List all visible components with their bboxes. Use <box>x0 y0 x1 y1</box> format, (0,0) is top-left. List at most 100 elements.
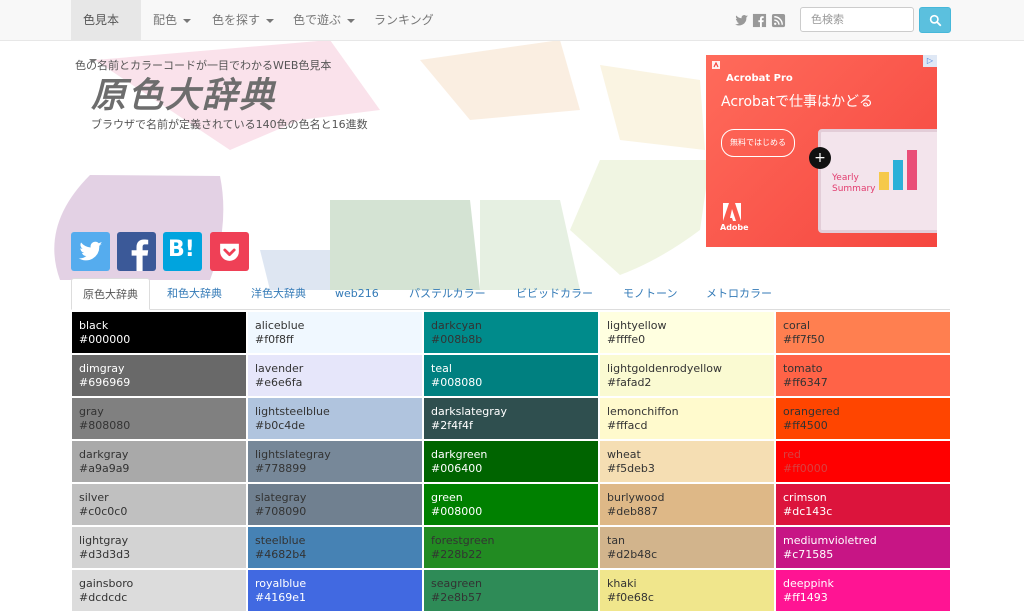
search-input[interactable] <box>800 7 914 32</box>
site-logo[interactable]: 原色大辞典 <box>91 67 276 118</box>
color-code: #ff0000 <box>783 462 828 475</box>
color-swatch-silver[interactable]: silver #c0c0c0 <box>72 484 246 525</box>
rss-icon[interactable] <box>771 13 786 28</box>
color-swatch-crimson[interactable]: crimson #dc143c <box>776 484 950 525</box>
advertisement-banner[interactable]: ▷ Acrobat Pro Acrobatで仕事はかどる 無料ではじめる Yea… <box>706 55 937 247</box>
color-swatch-black[interactable]: black #000000 <box>72 312 246 353</box>
color-code: #008080 <box>431 376 483 389</box>
color-swatch-lightgray[interactable]: lightgray #d3d3d3 <box>72 527 246 568</box>
share-pocket-button[interactable] <box>210 232 249 271</box>
color-swatch-forestgreen[interactable]: forestgreen #228b22 <box>424 527 598 568</box>
color-swatch-seagreen[interactable]: seagreen #2e8b57 <box>424 570 598 611</box>
color-swatch-gainsboro[interactable]: gainsboro #dcdcdc <box>72 570 246 611</box>
color-swatch-red[interactable]: red #ff0000 <box>776 441 950 482</box>
color-swatch-burlywood[interactable]: burlywood #deb887 <box>600 484 774 525</box>
color-swatch-lemonchiffon[interactable]: lemonchiffon #fffacd <box>600 398 774 439</box>
color-swatch-tomato[interactable]: tomato #ff6347 <box>776 355 950 396</box>
color-swatch-slategray[interactable]: slategray #708090 <box>248 484 422 525</box>
color-swatch-lightsteelblue[interactable]: lightsteelblue #b0c4de <box>248 398 422 439</box>
ad-product-name: Acrobat Pro <box>726 73 793 84</box>
color-swatch-lightslategray[interactable]: lightslategray #778899 <box>248 441 422 482</box>
hatena-icon: B! <box>168 237 195 262</box>
color-swatch-deeppink[interactable]: deeppink #ff1493 <box>776 570 950 611</box>
color-name: mediumvioletred <box>783 534 877 547</box>
color-name: lightslategray <box>255 448 331 461</box>
color-swatch-lavender[interactable]: lavender #e6e6fa <box>248 355 422 396</box>
color-swatch-dimgray[interactable]: dimgray #696969 <box>72 355 246 396</box>
tab-metro-colors[interactable]: メトロカラー <box>706 278 772 309</box>
color-name: lemonchiffon <box>607 405 679 418</box>
acrobat-icon <box>712 61 720 69</box>
facebook-icon <box>131 239 149 271</box>
color-name: lightsteelblue <box>255 405 330 418</box>
color-name: wheat <box>607 448 641 461</box>
color-swatch-teal[interactable]: teal #008080 <box>424 355 598 396</box>
share-facebook-button[interactable] <box>117 232 156 271</box>
color-code: #e6e6fa <box>255 376 303 389</box>
color-code: #dcdcdc <box>79 591 128 604</box>
color-code: #ff7f50 <box>783 333 825 346</box>
color-swatch-darkgray[interactable]: darkgray #a9a9a9 <box>72 441 246 482</box>
tab-japanese-colors[interactable]: 和色大辞典 <box>167 278 222 309</box>
tab-vivid-colors[interactable]: ビビッドカラー <box>516 278 593 309</box>
color-name: lightgray <box>79 534 129 547</box>
color-name: tan <box>607 534 626 547</box>
color-code: #008000 <box>431 505 483 518</box>
color-swatch-mediumvioletred[interactable]: mediumvioletred #c71585 <box>776 527 950 568</box>
color-swatch-darkcyan[interactable]: darkcyan #008b8b <box>424 312 598 353</box>
color-swatch-aliceblue[interactable]: aliceblue #f0f8ff <box>248 312 422 353</box>
color-swatch-tan[interactable]: tan #d2b48c <box>600 527 774 568</box>
color-swatch-lightyellow[interactable]: lightyellow #ffffe0 <box>600 312 774 353</box>
nav-item-color-scheme[interactable]: 配色 <box>141 0 203 40</box>
color-name: tomato <box>783 362 823 375</box>
color-code: #778899 <box>255 462 307 475</box>
tab-monotone[interactable]: モノトーン <box>623 278 677 309</box>
color-name: darkgray <box>79 448 129 461</box>
nav-item-find-color[interactable]: 色を探す <box>200 0 286 40</box>
color-swatch-khaki[interactable]: khaki #f0e68c <box>600 570 774 611</box>
nav-item-label: 配色 <box>153 13 178 27</box>
color-swatch-wheat[interactable]: wheat #f5deb3 <box>600 441 774 482</box>
share-twitter-button[interactable] <box>71 232 110 271</box>
nav-item-play-color[interactable]: 色で遊ぶ <box>281 0 367 40</box>
color-swatch-green[interactable]: green #008000 <box>424 484 598 525</box>
color-swatch-royalblue[interactable]: royalblue #4169e1 <box>248 570 422 611</box>
color-swatch-darkgreen[interactable]: darkgreen #006400 <box>424 441 598 482</box>
nav-item-label: 色を探す <box>212 13 261 27</box>
tab-bar-border <box>71 309 950 310</box>
color-name: gray <box>79 405 104 418</box>
facebook-icon[interactable] <box>752 13 767 28</box>
tab-pastel-colors[interactable]: パステルカラー <box>409 278 486 309</box>
color-code: #2f4f4f <box>431 419 473 432</box>
color-swatch-darkslategray[interactable]: darkslategray #2f4f4f <box>424 398 598 439</box>
color-name: darkcyan <box>431 319 482 332</box>
color-code: #c71585 <box>783 548 834 561</box>
color-code: #000000 <box>79 333 131 346</box>
color-code: #fffacd <box>607 419 648 432</box>
search-button[interactable] <box>919 7 951 33</box>
tab-web216[interactable]: web216 <box>335 278 379 309</box>
plus-icon: + <box>809 147 831 169</box>
nav-item-color-sample[interactable]: 色見本 <box>71 0 141 63</box>
color-code: #d2b48c <box>607 548 658 561</box>
share-hatena-button[interactable]: B! <box>163 232 202 271</box>
color-code: #2e8b57 <box>431 591 482 604</box>
color-code: #deb887 <box>607 505 658 518</box>
ad-cta-button[interactable]: 無料ではじめる <box>721 129 795 157</box>
ad-choices-icon[interactable]: ▷ <box>923 55 937 67</box>
color-name: dimgray <box>79 362 125 375</box>
caret-down-icon <box>347 18 356 23</box>
tab-primary-colors[interactable]: 原色大辞典 <box>71 278 150 310</box>
color-swatch-gray[interactable]: gray #808080 <box>72 398 246 439</box>
color-swatch-steelblue[interactable]: steelblue #4682b4 <box>248 527 422 568</box>
color-name: steelblue <box>255 534 306 547</box>
color-code: #006400 <box>431 462 483 475</box>
color-swatch-lightgoldenrodyellow[interactable]: lightgoldenrodyellow #fafad2 <box>600 355 774 396</box>
color-swatch-orangered[interactable]: orangered #ff4500 <box>776 398 950 439</box>
tab-western-colors[interactable]: 洋色大辞典 <box>251 278 306 309</box>
color-code: #c0c0c0 <box>79 505 128 518</box>
nav-item-ranking[interactable]: ランキング <box>362 0 446 40</box>
color-code: #4682b4 <box>255 548 307 561</box>
twitter-icon[interactable] <box>734 13 749 28</box>
color-swatch-coral[interactable]: coral #ff7f50 <box>776 312 950 353</box>
